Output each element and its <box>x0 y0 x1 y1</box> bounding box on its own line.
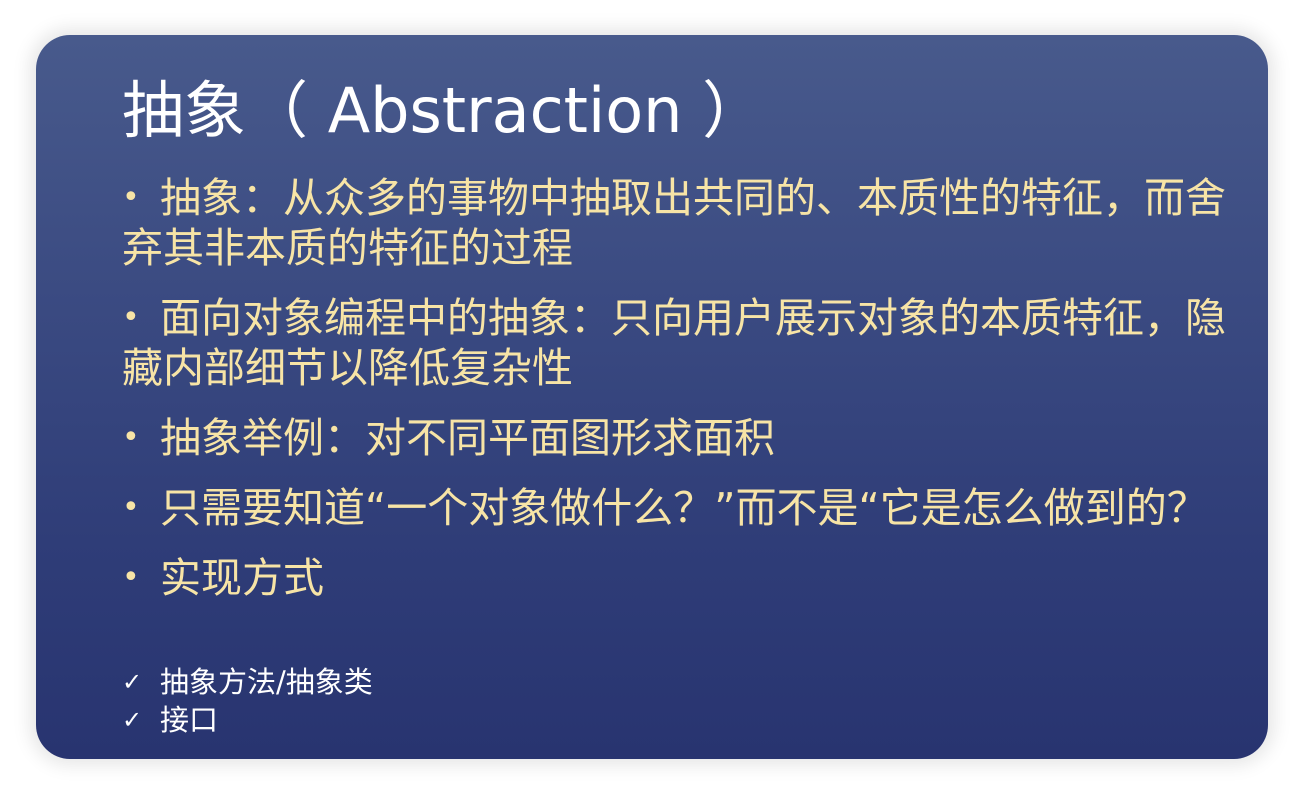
subitem-interface: ✓ 接口 <box>122 701 373 739</box>
bullet-item-definition: • 抽象：从众多的事物中抽取出共同的、本质性的特征，而舍弃其非本质的特征的过程 <box>122 173 1252 273</box>
subitem-abstract-class: ✓ 抽象方法/抽象类 <box>122 663 373 701</box>
bullet-dot-icon: • <box>122 560 140 595</box>
implementation-sublist: ✓ 抽象方法/抽象类 ✓ 接口 <box>122 663 373 739</box>
bullet-item-implementation: • 实现方式 <box>122 553 1252 603</box>
bullet-text: 实现方式 <box>160 554 324 602</box>
bullet-dot-icon: • <box>122 180 140 215</box>
slide: 抽象（ Abstraction ） • 抽象：从众多的事物中抽取出共同的、本质性的… <box>36 35 1268 759</box>
bullet-list: • 抽象：从众多的事物中抽取出共同的、本质性的特征，而舍弃其非本质的特征的过程 •… <box>122 173 1252 623</box>
slide-title: 抽象（ Abstraction ） <box>122 74 765 147</box>
subitem-text: 接口 <box>160 703 219 737</box>
bullet-dot-icon: • <box>122 420 140 455</box>
bullet-dot-icon: • <box>122 490 140 525</box>
bullet-dot-icon: • <box>122 300 140 335</box>
bullet-text: 面向对象编程中的抽象：只向用户展示对象的本质特征，隐藏内部细节以降低复杂性 <box>122 294 1226 392</box>
bullet-item-what-not-how: • 只需要知道“一个对象做什么？”而不是“它是怎么做到的？ <box>122 483 1252 533</box>
check-icon: ✓ <box>122 668 143 696</box>
subitem-text: 抽象方法/抽象类 <box>160 665 373 699</box>
bullet-text: 抽象：从众多的事物中抽取出共同的、本质性的特征，而舍弃其非本质的特征的过程 <box>122 174 1226 272</box>
bullet-item-example: • 抽象举例：对不同平面图形求面积 <box>122 413 1252 463</box>
check-icon: ✓ <box>122 706 143 734</box>
page: 抽象（ Abstraction ） • 抽象：从众多的事物中抽取出共同的、本质性的… <box>0 0 1304 794</box>
bullet-text: 只需要知道“一个对象做什么？”而不是“它是怎么做到的？ <box>160 484 1208 532</box>
bullet-text: 抽象举例：对不同平面图形求面积 <box>160 414 775 462</box>
bullet-item-oop-abstraction: • 面向对象编程中的抽象：只向用户展示对象的本质特征，隐藏内部细节以降低复杂性 <box>122 293 1252 393</box>
